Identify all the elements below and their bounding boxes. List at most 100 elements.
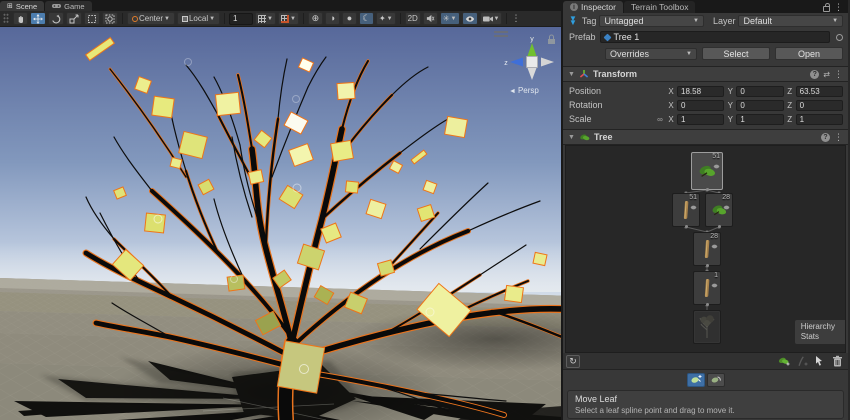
foldout-icon[interactable]: ▼ xyxy=(568,134,575,141)
tab-terrain-toolbox[interactable]: Terrain Toolbox xyxy=(624,1,696,13)
tree-node-leaf-group[interactable]: 28 xyxy=(705,193,733,227)
orientation-mode-button[interactable]: Local ▼ xyxy=(177,12,220,25)
tab-inspector[interactable]: i Inspector xyxy=(563,1,623,13)
grid-visibility-button[interactable]: ▼ xyxy=(255,12,276,25)
tree-node-branch-group[interactable]: 28 xyxy=(693,232,721,266)
pivot-mode-button[interactable]: Center ▼ xyxy=(127,12,175,25)
hand-tool-button[interactable] xyxy=(13,12,28,25)
lock-icon[interactable] xyxy=(823,6,830,12)
rotation-y-field[interactable]: 0 xyxy=(736,100,783,111)
prefab-field[interactable]: Tree 1 xyxy=(600,31,830,43)
audio-toggle-button[interactable] xyxy=(423,12,438,25)
tab-terrain-toolbox-label: Terrain Toolbox xyxy=(631,2,689,12)
rotate-leaf-tool-button[interactable] xyxy=(707,373,725,387)
delete-node-button[interactable] xyxy=(830,355,845,368)
flare-icon: ✦ xyxy=(379,15,386,23)
unity-editor-window: ⊞ Scene Game Center ▼ xyxy=(0,0,850,420)
tag-label: Tag xyxy=(582,16,597,26)
shading-mode-button[interactable]: ⊕ xyxy=(308,12,323,25)
scene-grid-icon: ⊞ xyxy=(7,2,13,10)
orientation-mode-label: Local xyxy=(189,14,208,23)
tag-dropdown[interactable]: Untagged▼ xyxy=(599,15,704,27)
tree-node-branch-group[interactable]: 51 xyxy=(672,193,700,227)
scene-lighting-button[interactable]: ◑ xyxy=(325,12,340,25)
effects-toggle-button[interactable]: ✳▼ xyxy=(440,12,460,25)
camera-settings-button[interactable]: ▼ xyxy=(480,12,503,25)
rotation-z-field[interactable]: 0 xyxy=(796,100,843,111)
prefab-row: Prefab Tree 1 xyxy=(563,29,848,45)
double-chevron-icon[interactable]: ▼▼ xyxy=(569,17,577,26)
scale-tool-button[interactable] xyxy=(66,12,82,25)
camera-icon xyxy=(483,15,493,23)
tree-menu-icon[interactable]: ⋮ xyxy=(834,133,843,142)
constrain-proportions-icon[interactable]: ∞ xyxy=(655,115,665,124)
rotate-tool-button[interactable] xyxy=(48,12,64,25)
tool-help-box: Move Leaf Select a leaf spline point and… xyxy=(567,390,844,419)
add-leaf-group-button[interactable] xyxy=(776,355,791,368)
scale-x-field[interactable]: 1 xyxy=(677,114,724,125)
grid-size-field[interactable]: 1 xyxy=(229,13,253,25)
eye-icon xyxy=(465,15,475,23)
move-leaf-tool-button[interactable] xyxy=(687,373,705,387)
projection-label: ◄Persp xyxy=(509,86,539,95)
local-axis-icon xyxy=(182,16,188,22)
effects-icon: ✳ xyxy=(443,15,450,23)
select-button[interactable]: Select xyxy=(702,47,770,60)
2d-toggle-button[interactable]: 2D xyxy=(405,12,421,25)
tab-game[interactable]: Game xyxy=(45,1,91,11)
rect-tool-button[interactable] xyxy=(84,12,100,25)
position-y-field[interactable]: 0 xyxy=(736,86,783,97)
flare-toggle-button[interactable]: ✦▼ xyxy=(376,12,396,25)
snap-increment-button[interactable]: ▼ xyxy=(278,12,299,25)
foldout-icon[interactable]: ▼ xyxy=(568,71,575,78)
gizmo-cube xyxy=(527,57,538,68)
inspector-pane: i Inspector Terrain Toolbox ⋮ ▼▼ Tag Unt… xyxy=(563,0,848,420)
node-visibility-eye-icon[interactable] xyxy=(711,280,718,290)
layer-dropdown[interactable]: Default▼ xyxy=(738,15,843,27)
pivot-icon xyxy=(132,16,138,22)
scene-filter-button[interactable]: ● xyxy=(342,12,357,25)
prefab-target-icon[interactable] xyxy=(836,34,843,41)
position-z-field[interactable]: 63.53 xyxy=(796,86,843,97)
tree-node-editor[interactable]: 51 51 28 28 xyxy=(565,145,846,353)
node-visibility-eye-icon[interactable] xyxy=(711,241,718,251)
transform-title: Transform xyxy=(593,69,806,79)
node-visibility-eye-icon[interactable] xyxy=(690,202,697,212)
prefab-name: Tree 1 xyxy=(614,32,640,42)
scene-viewport[interactable]: y z ◄Persp xyxy=(0,27,561,420)
presets-icon[interactable]: ⇄ xyxy=(823,70,830,79)
prefab-cube-icon xyxy=(603,33,611,41)
help-icon[interactable]: ? xyxy=(821,133,830,142)
lighting-toggle-button[interactable]: ☾ xyxy=(359,12,374,25)
tab-scene[interactable]: ⊞ Scene xyxy=(0,1,44,11)
node-visibility-eye-icon[interactable] xyxy=(713,161,720,171)
duplicate-node-button[interactable] xyxy=(812,355,827,368)
toolbar-drag-handle[interactable] xyxy=(3,13,9,24)
overrides-dropdown[interactable]: Overrides▼ xyxy=(605,48,697,60)
position-x-field[interactable]: 18.58 xyxy=(677,86,724,97)
tree-node-leaf-group[interactable]: 51 xyxy=(691,152,723,190)
tree-node-root[interactable] xyxy=(693,310,721,344)
transform-menu-icon[interactable]: ⋮ xyxy=(834,70,843,79)
transform-header[interactable]: ▼ Transform ? ⇄ ⋮ xyxy=(563,66,848,82)
inspector-menu-icon[interactable]: ⋮ xyxy=(834,3,843,12)
hierarchy-stats-overlay: Hierarchy Stats xyxy=(795,320,845,344)
scene-toolbar-menu[interactable]: ⋮ xyxy=(511,14,520,23)
add-branch-group-button[interactable] xyxy=(794,355,809,368)
scale-z-field[interactable]: 1 xyxy=(796,114,843,125)
tree-editor-toolbar: ↻ xyxy=(563,353,848,370)
node-visibility-eye-icon[interactable] xyxy=(723,202,730,212)
scale-y-field[interactable]: 1 xyxy=(736,114,783,125)
move-tool-button[interactable] xyxy=(30,12,46,25)
help-icon[interactable]: ? xyxy=(810,70,819,79)
tree-component-header[interactable]: ▼ Tree ? ⋮ xyxy=(563,129,848,145)
tag-layer-row: ▼▼ Tag Untagged▼ Layer Default▼ xyxy=(563,13,848,29)
open-button[interactable]: Open xyxy=(775,47,843,60)
tab-game-label: Game xyxy=(64,2,84,11)
prefab-buttons-row: Overrides▼ Select Open xyxy=(563,45,848,62)
transform-tool-button[interactable] xyxy=(102,12,118,25)
rotation-x-field[interactable]: 0 xyxy=(677,100,724,111)
visibility-toggle-button[interactable] xyxy=(462,12,478,25)
tree-node-branch-group[interactable]: 1 xyxy=(693,271,721,305)
refresh-button[interactable]: ↻ xyxy=(566,355,580,368)
